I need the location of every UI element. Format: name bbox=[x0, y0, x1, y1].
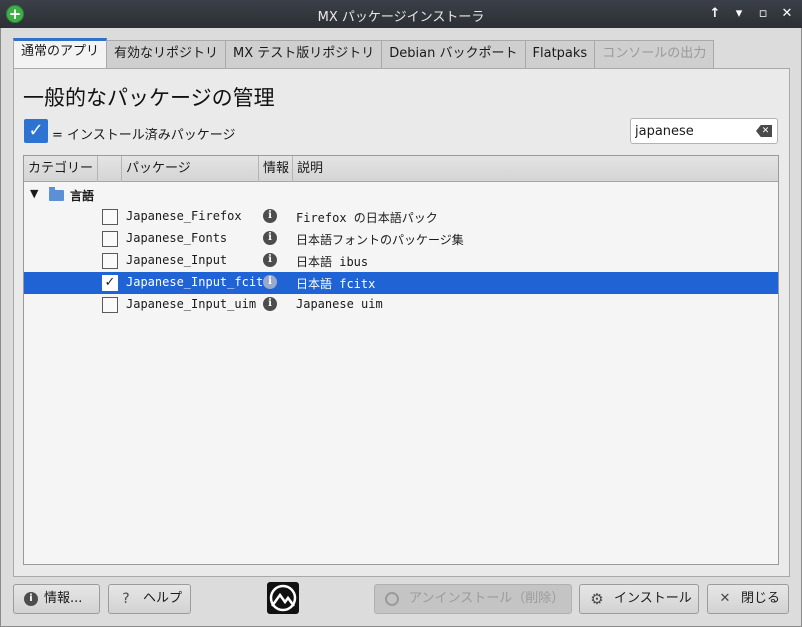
minimize-icon[interactable]: ▾ bbox=[730, 5, 748, 23]
expand-arrow-icon[interactable]: ▼ bbox=[30, 187, 38, 200]
install-checkbox[interactable] bbox=[102, 253, 118, 269]
package-tree[interactable]: カテゴリー パッケージ 情報 説明 ▼ 言語 Japanese_Firefox … bbox=[23, 155, 779, 565]
category-label: 言語 bbox=[70, 189, 95, 203]
tab-common-apps[interactable]: 通常のアプリ bbox=[13, 38, 108, 68]
install-checkbox[interactable]: ✓ bbox=[102, 275, 118, 291]
package-name: Japanese_Input_fcitx bbox=[126, 275, 271, 289]
column-header-info[interactable]: 情報 bbox=[259, 156, 293, 182]
table-row[interactable]: Japanese_Input i 日本語 ibus bbox=[24, 250, 778, 272]
package-name: Japanese_Input bbox=[126, 253, 228, 267]
folder-icon bbox=[49, 187, 64, 201]
help-button[interactable]: ? ヘルプ bbox=[108, 584, 191, 614]
info-icon[interactable]: i bbox=[263, 275, 277, 289]
close-window-icon[interactable]: ✕ bbox=[778, 5, 796, 23]
uninstall-button-label: アンインストール（削除） bbox=[409, 591, 565, 606]
no-entry-icon bbox=[385, 592, 399, 606]
keep-above-icon[interactable]: ↑ bbox=[706, 5, 724, 23]
close-icon: ✕ bbox=[719, 591, 731, 606]
table-row[interactable]: Japanese_Firefox i Firefox の日本語パック bbox=[24, 206, 778, 228]
clear-search-icon[interactable]: ✕ bbox=[756, 125, 772, 137]
close-button[interactable]: ✕ 閉じる bbox=[707, 584, 789, 614]
mx-logo-icon bbox=[267, 582, 299, 614]
tab-bar: 通常のアプリ 有効なリポジトリ MX テスト版リポジトリ Debian バックポ… bbox=[13, 38, 715, 68]
info-icon: i bbox=[24, 592, 38, 606]
column-header-description[interactable]: 説明 bbox=[293, 156, 778, 182]
close-button-label: 閉じる bbox=[741, 591, 781, 606]
table-row[interactable]: ✓ Japanese_Input_fcitx i 日本語 fcitx bbox=[24, 272, 778, 294]
table-row[interactable]: Japanese_Input_uim i Japanese uim bbox=[24, 294, 778, 316]
install-checkbox[interactable] bbox=[102, 297, 118, 313]
installed-checkmark-icon: ✓ bbox=[24, 119, 48, 143]
install-checkbox[interactable] bbox=[102, 231, 118, 247]
about-button[interactable]: i 情報... bbox=[13, 584, 100, 614]
info-icon[interactable]: i bbox=[263, 253, 277, 267]
help-button-label: ヘルプ bbox=[143, 591, 183, 606]
package-description: Firefox の日本語パック bbox=[296, 211, 438, 225]
install-button[interactable]: ⚙ インストール bbox=[579, 584, 699, 614]
title-bar: + MX パッケージインストーラ ↑ ▾ ▫ ✕ bbox=[0, 0, 802, 28]
package-description: 日本語 fcitx bbox=[296, 277, 376, 291]
uninstall-button: アンインストール（削除） bbox=[374, 584, 572, 614]
package-description: 日本語フォントのパッケージ集 bbox=[296, 233, 464, 247]
category-row-language[interactable]: ▼ 言語 bbox=[24, 184, 778, 206]
column-header-checkbox[interactable] bbox=[98, 156, 122, 182]
tab-enabled-repos[interactable]: 有効なリポジトリ bbox=[106, 40, 227, 68]
search-input[interactable] bbox=[635, 122, 750, 140]
installed-legend-label: = インストール済みパッケージ bbox=[52, 128, 236, 143]
info-icon[interactable]: i bbox=[263, 209, 277, 223]
window-title: MX パッケージインストーラ bbox=[317, 10, 485, 25]
info-icon[interactable]: i bbox=[263, 231, 277, 245]
column-header-category[interactable]: カテゴリー bbox=[24, 156, 98, 182]
install-button-label: インストール bbox=[614, 591, 692, 606]
tab-flatpaks[interactable]: Flatpaks bbox=[524, 40, 596, 68]
page-title: 一般的なパッケージの管理 bbox=[23, 86, 275, 110]
install-checkbox[interactable] bbox=[102, 209, 118, 225]
question-icon: ? bbox=[122, 591, 130, 607]
package-name: Japanese_Fonts bbox=[126, 231, 228, 245]
tab-debian-backports[interactable]: Debian バックポート bbox=[381, 40, 526, 68]
tab-mx-test-repo[interactable]: MX テスト版リポジトリ bbox=[225, 40, 383, 68]
package-name: Japanese_Input_uim bbox=[126, 297, 257, 311]
column-header-package[interactable]: パッケージ bbox=[122, 156, 259, 182]
maximize-icon[interactable]: ▫ bbox=[754, 5, 772, 23]
package-name: Japanese_Firefox bbox=[126, 209, 242, 223]
tree-header: カテゴリー パッケージ 情報 説明 bbox=[24, 156, 778, 182]
package-description: Japanese uim bbox=[296, 297, 383, 311]
tab-console-output: コンソールの出力 bbox=[594, 40, 715, 68]
table-row[interactable]: Japanese_Fonts i 日本語フォントのパッケージ集 bbox=[24, 228, 778, 250]
about-button-label: 情報... bbox=[44, 591, 83, 606]
info-icon[interactable]: i bbox=[263, 297, 277, 311]
package-description: 日本語 ibus bbox=[296, 255, 369, 269]
gear-icon: ⚙ bbox=[590, 590, 604, 608]
search-box[interactable]: ✕ bbox=[630, 118, 778, 144]
